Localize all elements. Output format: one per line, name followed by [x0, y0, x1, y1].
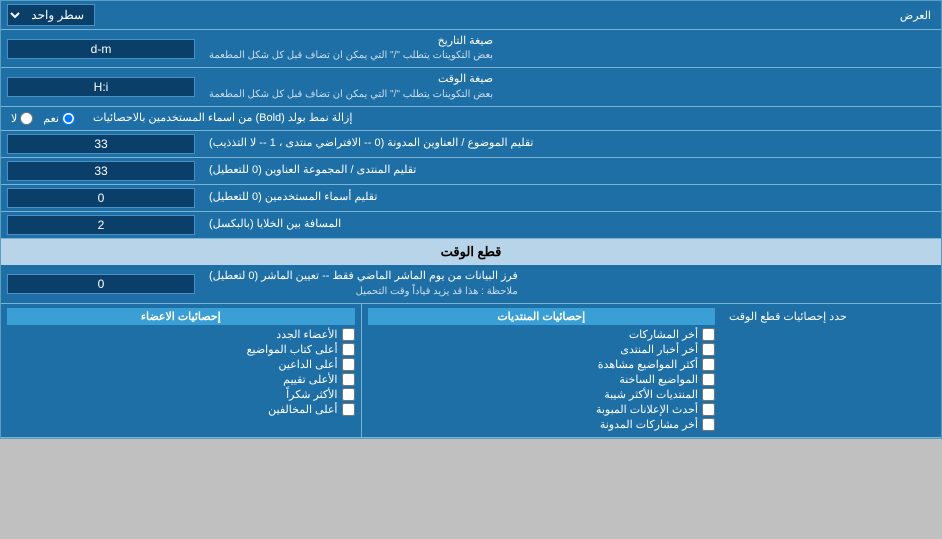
date-format-row: صيغة التاريخ بعض التكوينات يتطلب "/" الت…	[1, 30, 941, 68]
bold-yes-radio[interactable]	[62, 112, 75, 125]
usernames-input[interactable]	[7, 188, 195, 208]
bold-remove-radio-cell: نعم لا	[1, 107, 85, 130]
forum-titles-input[interactable]	[7, 161, 195, 181]
date-format-input[interactable]	[7, 39, 195, 59]
cb-forums-6-input[interactable]	[702, 418, 715, 431]
cb-forums-2: أكثر المواضيع مشاهدة	[368, 358, 716, 371]
time-format-input-cell	[1, 68, 201, 105]
cb-members-1: أعلى كتاب المواضيع	[7, 343, 355, 356]
cb-forums-2-input[interactable]	[702, 358, 715, 371]
cb-forums-1-input[interactable]	[702, 343, 715, 356]
cb-forums-6: أخر مشاركات المدونة	[368, 418, 716, 431]
cutoff-days-input-cell	[1, 265, 201, 302]
bold-yes-label[interactable]: نعم	[43, 112, 75, 125]
cb-members-3-input[interactable]	[342, 373, 355, 386]
cb-forums-4: المنتديات الأكثر شيبة	[368, 388, 716, 401]
members-stats-title: إحصائيات الاعضاء	[7, 308, 355, 325]
cb-forums-0-input[interactable]	[702, 328, 715, 341]
stats-checkboxes-area: إحصائيات المنتديات أخر المشاركات أخر أخب…	[1, 304, 721, 437]
bold-no-radio[interactable]	[20, 112, 33, 125]
forum-titles-row: تقليم المنتدى / المجموعة العناوين (0 للت…	[1, 158, 941, 185]
topic-titles-row: تقليم الموضوع / العناوين المدونة (0 -- ا…	[1, 131, 941, 158]
cb-forums-3-input[interactable]	[702, 373, 715, 386]
cb-forums-5-input[interactable]	[702, 403, 715, 416]
cb-members-2-input[interactable]	[342, 358, 355, 371]
cell-spacing-label: المسافة بين الخلايا (بالبكسل)	[201, 212, 941, 238]
main-wrapper: العرض سطر واحد سطرين ثلاثة أسطر صيغة الت…	[0, 0, 942, 439]
cutoff-days-input[interactable]	[7, 274, 195, 294]
cb-forums-1: أخر أخبار المنتدى	[368, 343, 716, 356]
forum-titles-input-cell	[1, 158, 201, 184]
top-bar-select-cell: سطر واحد سطرين ثلاثة أسطر	[1, 1, 101, 29]
bold-no-label[interactable]: لا	[11, 112, 33, 125]
cb-members-0-input[interactable]	[342, 328, 355, 341]
cb-members-4-input[interactable]	[342, 388, 355, 401]
forums-stats-title: إحصائيات المنتديات	[368, 308, 716, 325]
cutoff-days-label: فرز البيانات من يوم الماشر الماضي فقط --…	[201, 265, 941, 302]
topic-titles-input-cell	[1, 131, 201, 157]
cb-members-0: الأعضاء الجدد	[7, 328, 355, 341]
bold-remove-label: إزالة نمط بولد (Bold) من اسماء المستخدمي…	[85, 107, 941, 130]
display-select[interactable]: سطر واحد سطرين ثلاثة أسطر	[7, 4, 95, 26]
cutoff-section-header: قطع الوقت	[1, 239, 941, 265]
time-format-row: صيغة الوقت بعض التكوينات يتطلب "/" التي …	[1, 68, 941, 106]
cell-spacing-input[interactable]	[7, 215, 195, 235]
cell-spacing-input-cell	[1, 212, 201, 238]
forums-stats-col: إحصائيات المنتديات أخر المشاركات أخر أخب…	[362, 304, 722, 437]
cb-members-5: أعلى المخالفين	[7, 403, 355, 416]
cb-forums-5: أحدث الإعلانات المبوبة	[368, 403, 716, 416]
cb-forums-4-input[interactable]	[702, 388, 715, 401]
stats-checkboxes-section: حدد إحصائيات قطع الوقت إحصائيات المنتديا…	[1, 304, 941, 438]
cb-members-1-input[interactable]	[342, 343, 355, 356]
top-bar: العرض سطر واحد سطرين ثلاثة أسطر	[1, 1, 941, 30]
date-format-input-cell	[1, 30, 201, 67]
time-format-input[interactable]	[7, 77, 195, 97]
top-bar-label: العرض	[101, 5, 941, 26]
date-format-label: صيغة التاريخ بعض التكوينات يتطلب "/" الت…	[201, 30, 941, 67]
time-format-label: صيغة الوقت بعض التكوينات يتطلب "/" التي …	[201, 68, 941, 105]
cb-members-3: الأعلى تقييم	[7, 373, 355, 386]
cb-forums-3: المواضيع الساخنة	[368, 373, 716, 386]
usernames-input-cell	[1, 185, 201, 211]
cutoff-days-row: فرز البيانات من يوم الماشر الماضي فقط --…	[1, 265, 941, 303]
usernames-label: تقليم أسماء المستخدمين (0 للتعطيل)	[201, 185, 941, 211]
members-stats-col: إحصائيات الاعضاء الأعضاء الجدد أعلى كتاب…	[1, 304, 362, 437]
cb-members-4: الأكثر شكراً	[7, 388, 355, 401]
topic-titles-label: تقليم الموضوع / العناوين المدونة (0 -- ا…	[201, 131, 941, 157]
cb-members-2: أعلى الداعين	[7, 358, 355, 371]
topic-titles-input[interactable]	[7, 134, 195, 154]
stats-section-label: حدد إحصائيات قطع الوقت	[721, 304, 941, 437]
bold-remove-row: إزالة نمط بولد (Bold) من اسماء المستخدمي…	[1, 107, 941, 131]
forum-titles-label: تقليم المنتدى / المجموعة العناوين (0 للت…	[201, 158, 941, 184]
cell-spacing-row: المسافة بين الخلايا (بالبكسل)	[1, 212, 941, 239]
cb-members-5-input[interactable]	[342, 403, 355, 416]
usernames-row: تقليم أسماء المستخدمين (0 للتعطيل)	[1, 185, 941, 212]
cb-forums-0: أخر المشاركات	[368, 328, 716, 341]
